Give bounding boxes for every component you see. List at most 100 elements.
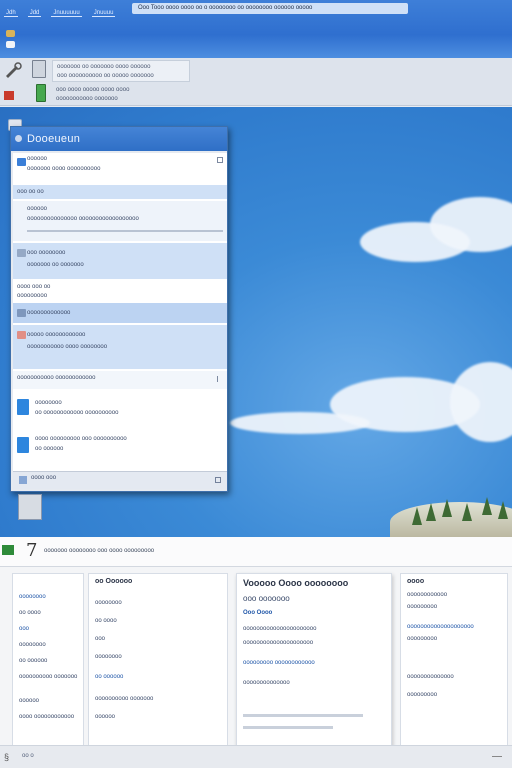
tree [462,503,472,521]
list-item[interactable]: ooooo oooooooooooo ooooooooooo oooo oooo… [13,325,227,369]
list-item[interactable]: oooooooooo ooooooo [95,696,153,702]
column-title: oo Oooooo [95,578,133,585]
bottom-panel: 7 ooooooo oooooooo ooo oooo ooooooooo oo… [0,537,512,768]
item-sub: ooooooo oo ooooooo [27,262,84,268]
dialog-window: Dooeueun oooooo ooooooo oooo oooooooooo … [10,126,228,492]
list-item[interactable]: oo oooooo [19,658,47,664]
list-item[interactable]: ooooooooooo oooooooooooo [13,371,227,389]
item-icon [17,249,26,257]
list-item[interactable]: oooooooo [19,642,46,648]
printer-icon[interactable] [32,60,46,78]
window-icon [15,135,22,142]
list-item[interactable]: oooooooooooooooooooooo [243,626,316,632]
list-item[interactable]: ooooooooooooo [13,303,227,323]
column-left: oooooooo oo oooo ooo oooooooo oo oooooo … [12,573,84,757]
bottom-header-text: ooooooo oooooooo ooo oooo ooooooooo [44,548,155,554]
bottom-header: 7 ooooooo oooooooo ooo oooo ooooooooo [0,537,512,567]
folder-icon[interactable] [6,30,15,37]
list-item[interactable]: oo oooo [95,618,117,624]
list-item[interactable]: oooooo [19,698,39,704]
list-item[interactable]: oooooo ooooooo oooo oooooooooo [13,153,227,183]
list-item[interactable]: oooooo [95,714,115,720]
list-item[interactable]: oo oooooo [95,674,123,680]
list-item[interactable]: oooooooo [95,600,122,606]
tab-3[interactable]: Jnuuuuuu [51,10,82,17]
tab-1[interactable]: Jdh [4,10,18,17]
browser-tabs: Jdh Jdd Jnuuuuuu Jnuuuu [4,10,116,17]
cloud [450,362,512,442]
list-item[interactable]: ooo oooooooo ooooooo oo ooooooo [13,243,227,279]
list-item[interactable]: oooooooooooooo [407,674,454,680]
dialog-footer: oooo ooo [13,471,227,489]
list-item[interactable]: ooooooooooooooooooooo [243,640,313,646]
status-text: oo o [22,753,34,759]
toolbar-text-1: ooooooo oo ooooooo oooo oooooo [57,64,151,70]
list-item[interactable]: oooooooooooooo [243,680,290,686]
footer-icon [19,476,27,484]
help-icon[interactable]: 7 [26,540,37,561]
list-item[interactable]: oo oooo [19,610,41,616]
toolbar-text-3: ooo oooo ooooo oooo oooo [56,87,130,93]
document-icon[interactable] [6,41,15,48]
list-item[interactable]: oooooooooooooooooooo [407,624,474,630]
tab-4[interactable]: Jnuuuu [91,10,116,17]
list-item[interactable]: ooo [95,636,105,642]
close-icon[interactable] [217,157,223,163]
list-item[interactable]: oooooooo oo oooooooooooo oooooooooo [13,393,227,425]
item-sub: oo oooooo [35,446,64,452]
item-icon [17,158,26,166]
list-item[interactable]: oooo oooooooooooo [19,714,74,720]
item-label: ooooooooooooo [27,310,71,316]
column-middle: oo Oooooo oooooooo oo oooo ooo oooooo oo … [88,573,228,757]
minimized-window[interactable] [18,494,42,520]
tree [498,501,508,519]
dialog-list: oooooo ooooooo oooo oooooooooo ooo oo oo… [13,153,227,489]
toolbar-panel: ooooooo oo ooooooo oooo oooooo ooo ooooo… [52,60,190,82]
tree [482,497,492,515]
scroll-icon[interactable] [217,376,223,382]
tools-icon[interactable] [4,62,22,78]
list-item[interactable]: ooooooooo [407,636,437,642]
list-item[interactable]: oooooooo [19,594,46,600]
list-item[interactable]: oooo ooooooooo ooo oooooooooo oo oooooo [13,429,227,463]
list-item[interactable]: ooo [19,626,29,632]
list-item[interactable]: oooooooo [95,654,122,660]
file-icon [17,399,29,415]
address-bar[interactable]: Ooo Tooo oooo oooo oo o oooooooo oo oooo… [132,3,408,14]
sheet-icon[interactable] [36,84,46,102]
item-icon [17,309,26,317]
item-sub: ooooooooooo oooo oooooooo [27,344,108,350]
list-item[interactable]: ooo ooooooo [243,594,290,603]
item-label: oooo ooooooooo ooo oooooooooo [35,436,127,442]
list-item[interactable]: Ooo Oooo [243,610,272,616]
list-item[interactable]: oooooo ooooooooooooooo ooooooooooooooooo… [13,201,227,241]
tab-2[interactable]: Jdd [27,10,42,17]
document-title: Vooooo Oooo oooooooo [243,578,349,588]
flag-icon[interactable] [4,91,14,100]
item-sub: oo oooooooooooo oooooooooo [35,410,119,416]
list-item[interactable]: oooooooooooo [407,592,447,598]
browser-title-bar: Ooo Tooo oooo oooo oo o oooooooo oo oooo… [0,0,512,58]
resize-icon[interactable] [215,477,221,483]
list-item[interactable]: ooooooooo [407,692,437,698]
footer-label[interactable]: oooo ooo [31,475,56,481]
item-label: ooooo oooooooooooo [27,332,86,338]
column-title: oooo [407,578,425,585]
text-line [243,714,363,717]
list-item[interactable]: oooo ooo oo ooooooooo [13,281,227,303]
status-icon: § [4,752,10,762]
list-item[interactable]: oooooooooo ooooooo [19,674,77,680]
toolbar-text-4: ooooooooooo ooooooo [56,96,118,102]
item-label: ooooooooooo oooooooooooo [17,375,96,381]
list-item[interactable]: ooo oo oo [13,185,227,199]
left-icons [6,30,22,48]
item-sub: ooooooo oooo oooooooooo [27,166,101,172]
resize-grip-icon[interactable] [492,756,502,760]
dialog-titlebar[interactable]: Dooeueun [11,127,227,151]
item-label: ooo oo oo [17,189,44,195]
list-item[interactable]: ooooooooo [407,604,437,610]
spreadsheet-icon[interactable] [2,545,14,555]
item-label: oooooo [27,206,48,212]
list-item[interactable]: ooooooooo oooooooooooo [243,660,315,666]
tree [426,503,436,521]
